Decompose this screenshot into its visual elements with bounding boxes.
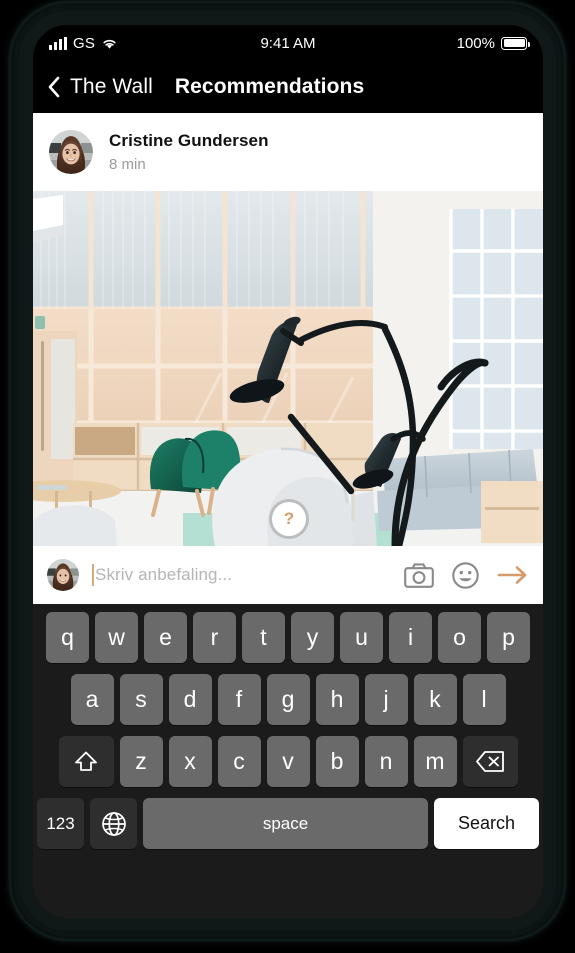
back-button[interactable]: The Wall (47, 75, 153, 99)
key-y[interactable]: y (291, 612, 334, 663)
key-f[interactable]: f (217, 674, 261, 725)
key-a[interactable]: a (70, 674, 114, 725)
post-header: Cristine Gundersen 8 min (33, 113, 543, 191)
text-caret (92, 564, 94, 586)
camera-icon[interactable] (404, 562, 434, 588)
search-key[interactable]: Search (434, 798, 539, 849)
nav-bar: The Wall Recommendations (33, 61, 543, 113)
key-z[interactable]: z (119, 736, 163, 787)
backspace-icon[interactable] (462, 736, 518, 787)
key-l[interactable]: l (462, 674, 506, 725)
composer-bar: Skriv anbefaling... (33, 546, 543, 604)
post-photo[interactable]: ? (33, 191, 543, 546)
arrow-right-icon[interactable] (497, 564, 529, 586)
keyboard-row-3: z x c v b n m (36, 736, 540, 787)
numbers-key[interactable]: 123 (37, 798, 84, 849)
battery-percent-label: 100% (456, 34, 495, 52)
key-k[interactable]: k (413, 674, 457, 725)
key-h[interactable]: h (315, 674, 359, 725)
post-user-info: Cristine Gundersen 8 min (109, 131, 269, 173)
key-n[interactable]: n (364, 736, 408, 787)
smiley-icon[interactable] (452, 561, 479, 589)
composer-input[interactable]: Skriv anbefaling... (92, 564, 394, 586)
keyboard-row-2: a s d f g h j k l (36, 674, 540, 725)
globe-icon[interactable] (90, 798, 137, 849)
chevron-left-icon (47, 76, 60, 98)
composer-actions (404, 561, 529, 589)
keyboard: q w e r t y u i o p a s d f g h j k l z … (33, 604, 543, 918)
key-t[interactable]: t (242, 612, 285, 663)
key-x[interactable]: x (168, 736, 212, 787)
back-label: The Wall (70, 75, 153, 98)
keyboard-row-1: q w e r t y u i o p (36, 612, 540, 663)
shift-icon[interactable] (58, 736, 114, 787)
key-b[interactable]: b (315, 736, 359, 787)
key-o[interactable]: o (438, 612, 481, 663)
status-bar-left: GS (49, 35, 118, 52)
key-v[interactable]: v (266, 736, 310, 787)
post-timestamp: 8 min (109, 156, 146, 173)
key-u[interactable]: u (340, 612, 383, 663)
interior-photo (33, 191, 543, 546)
status-bar-right: 100% (456, 34, 530, 52)
carrier-label: GS (73, 34, 96, 52)
user-name: Cristine Gundersen (109, 131, 269, 150)
page-title: Recommendations (174, 75, 365, 98)
composer-avatar[interactable] (47, 559, 79, 591)
key-r[interactable]: r (193, 612, 236, 663)
key-d[interactable]: d (168, 674, 212, 725)
signal-bars-icon (49, 36, 67, 50)
key-s[interactable]: s (119, 674, 163, 725)
key-g[interactable]: g (266, 674, 310, 725)
key-p[interactable]: p (487, 612, 530, 663)
key-m[interactable]: m (413, 736, 457, 787)
key-e[interactable]: e (144, 612, 187, 663)
status-bar: GS 9:41 AM 100% (33, 25, 543, 61)
key-i[interactable]: i (389, 612, 432, 663)
key-c[interactable]: c (217, 736, 261, 787)
composer-placeholder: Skriv anbefaling... (95, 565, 233, 584)
key-j[interactable]: j (364, 674, 408, 725)
key-w[interactable]: w (95, 612, 138, 663)
battery-full-icon (501, 36, 530, 50)
help-badge-button[interactable]: ? (272, 502, 306, 536)
keyboard-row-4: 123 space Search (36, 798, 540, 849)
avatar[interactable] (49, 130, 93, 174)
wifi-icon (101, 37, 118, 50)
space-key[interactable]: space (143, 798, 428, 849)
phone-screen: GS 9:41 AM 100% The Wall Recommendations… (33, 25, 543, 918)
key-q[interactable]: q (46, 612, 89, 663)
